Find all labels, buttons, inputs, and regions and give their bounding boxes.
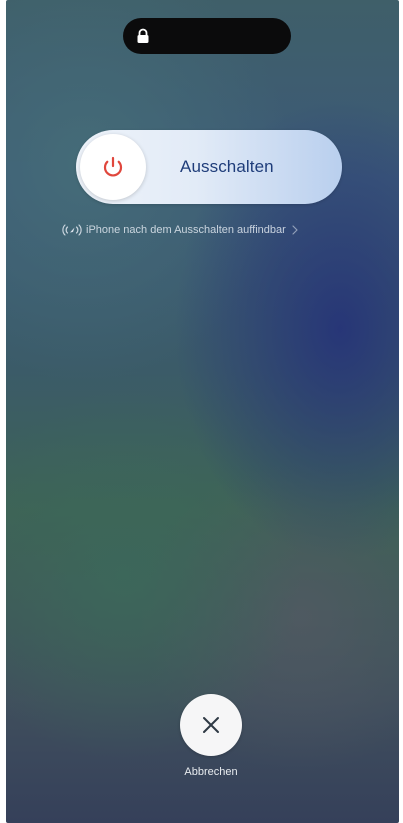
close-icon [203, 717, 219, 733]
find-my-signal-icon [62, 224, 82, 236]
cancel-button[interactable] [180, 694, 242, 756]
slide-to-power-off[interactable]: Ausschalten [76, 130, 342, 204]
cancel-label: Abbrechen [184, 766, 238, 778]
dynamic-island [123, 18, 291, 54]
chevron-right-icon [292, 225, 298, 235]
power-off-label: Ausschalten [180, 157, 274, 176]
find-my-text: iPhone nach dem Ausschalten auffindbar [86, 224, 286, 236]
find-my-after-power-off[interactable]: iPhone nach dem Ausschalten auffindbar [61, 222, 298, 238]
power-off-knob[interactable] [80, 134, 146, 200]
lock-icon [137, 28, 149, 43]
power-off-screen: Ausschalten iPhone nach dem Ausschalten … [6, 0, 399, 823]
power-icon [103, 156, 123, 177]
